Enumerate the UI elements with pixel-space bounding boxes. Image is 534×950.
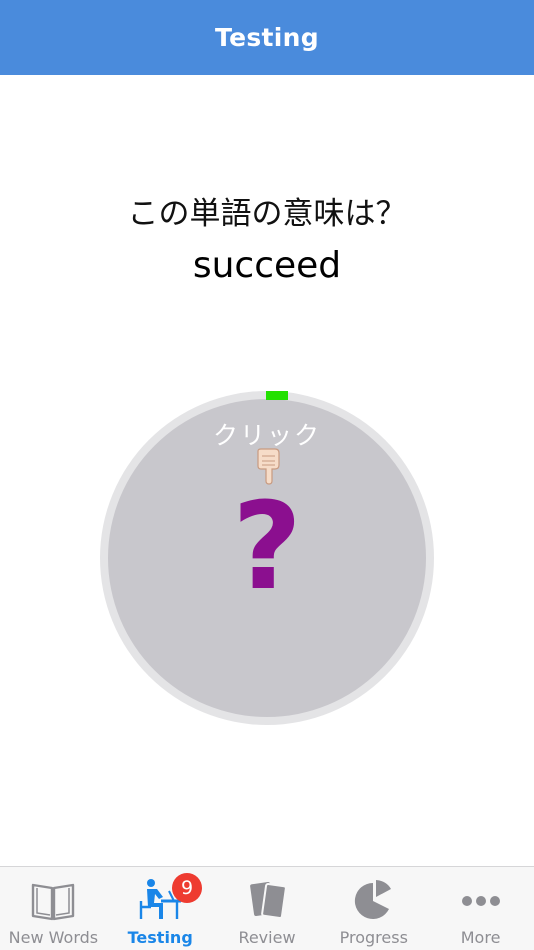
click-hint-label[interactable]: クリック [108, 416, 426, 452]
question-prompt: この単語の意味は？ [127, 196, 407, 232]
nav-title: Testing [215, 22, 319, 52]
ellipsis-icon [461, 896, 500, 906]
tab-new-words[interactable]: New Words [0, 867, 107, 950]
timer-progress-marker [266, 391, 288, 400]
tab-more[interactable]: More [427, 867, 534, 950]
tab-label-new-words: New Words [8, 928, 99, 947]
screen: Testing この単語の意味は？ succeed クリック ? New Wor… [0, 0, 534, 950]
navigation-bar: Testing [0, 0, 534, 75]
tab-bar: New Words Testing Review Progress More [0, 866, 534, 950]
testing-count-badge: 9 [172, 873, 202, 903]
tab-progress[interactable]: Progress [320, 867, 427, 950]
cards-icon [250, 882, 287, 919]
tab-label-more: More [460, 928, 501, 947]
open-book-icon [32, 883, 75, 921]
pie-chart-icon [354, 880, 391, 919]
tab-review[interactable]: Review [214, 867, 321, 950]
tab-label-progress: Progress [339, 928, 408, 947]
tab-label-testing: Testing [127, 928, 193, 947]
tab-label-review: Review [238, 928, 296, 947]
quiz-word: succeed [192, 245, 342, 286]
question-mark-symbol: ? [232, 478, 302, 617]
